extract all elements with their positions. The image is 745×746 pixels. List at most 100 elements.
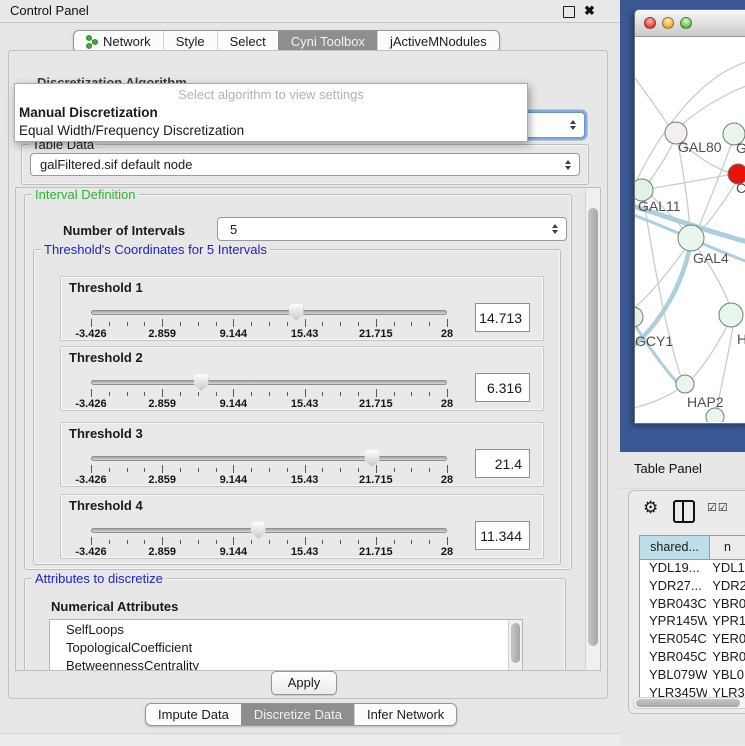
split-table-icon[interactable] <box>673 500 695 523</box>
network-node-h[interactable] <box>719 303 743 327</box>
tab-label: Impute Data <box>158 704 229 725</box>
slider-track[interactable] <box>91 528 447 533</box>
shared-name-cell[interactable]: YBR045C <box>640 649 707 667</box>
slider-ticks <box>91 537 447 546</box>
tab-select[interactable]: Select <box>217 31 278 52</box>
attribute-list-item[interactable]: TopologicalCoefficient <box>50 638 522 656</box>
settings-scrollbar[interactable] <box>585 188 600 670</box>
scale-tick-label: 15.43 <box>291 474 319 486</box>
attribute-list-item[interactable]: SelfLoops <box>50 620 522 638</box>
attributes-scrollbar[interactable] <box>508 620 522 671</box>
table-row[interactable]: YBR043CYBR0 <box>640 596 745 614</box>
tab-label: Discretize Data <box>254 704 342 725</box>
threshold-value-field[interactable]: 6.316 <box>475 373 530 402</box>
attributes-group: Attributes to discretize Numerical Attri… <box>24 578 566 671</box>
slider-ticks <box>91 465 447 474</box>
slider-track[interactable] <box>91 456 447 461</box>
close-traffic-light-icon[interactable] <box>644 17 656 29</box>
table-row[interactable]: YDR27...YDR2 <box>640 578 745 596</box>
name-cell[interactable]: YBR0 <box>707 649 745 667</box>
attribute-list-item[interactable]: BetweennessCentrality <box>50 656 522 671</box>
name-cell[interactable]: YDL1 <box>707 560 745 578</box>
tab-style[interactable]: Style <box>163 31 217 52</box>
tab-impute-data[interactable]: Impute Data <box>146 704 241 725</box>
shared-name-cell[interactable]: YDL19... <box>640 560 707 578</box>
network-nodes[interactable]: GAL80GACGAL11GAL4GCY1HHAP2 <box>635 122 745 422</box>
slider-track[interactable] <box>91 380 447 385</box>
network-node-gcy1[interactable] <box>635 307 643 327</box>
network-canvas[interactable]: GAL80GACGAL11GAL4GCY1HHAP2 <box>635 36 745 422</box>
minimize-traffic-light-icon[interactable] <box>662 17 674 29</box>
zoom-traffic-light-icon[interactable] <box>680 17 692 29</box>
tab-infer-network[interactable]: Infer Network <box>354 704 456 725</box>
shared-name-cell[interactable]: YPR145W <box>640 613 707 631</box>
numerical-attributes-label: Numerical Attributes <box>51 599 178 614</box>
network-node-hap2[interactable] <box>676 375 694 393</box>
network-node[interactable] <box>706 408 724 422</box>
column-header-name[interactable]: n <box>710 536 745 559</box>
tab-jactivemnodules[interactable]: jActiveMNodules <box>377 31 499 52</box>
table-row[interactable]: YBR045CYBR0 <box>640 649 745 667</box>
table-data-select[interactable]: galFiltered.sif default node <box>30 153 580 176</box>
threshold-slider[interactable]: -3.4262.8599.14415.4321.71528 <box>91 523 451 557</box>
tab-network[interactable]: Network <box>74 31 163 52</box>
shared-name-cell[interactable]: YER054C <box>640 631 707 649</box>
slider-ticks <box>91 319 447 328</box>
tab-discretize-data[interactable]: Discretize Data <box>241 704 354 725</box>
settings-gear-icon[interactable]: ⚙ <box>643 498 658 518</box>
slider-track[interactable] <box>91 310 447 315</box>
threshold-value-field[interactable]: 11.344 <box>475 521 530 550</box>
scale-tick-label: 28 <box>441 328 453 340</box>
scale-tick-label: 9.144 <box>220 328 248 340</box>
algorithm-option-manual[interactable]: Manual Discretization <box>15 104 527 122</box>
number-of-intervals-value: 5 <box>230 222 237 237</box>
table-row[interactable]: YBL079WYBL0 <box>640 667 745 685</box>
float-window-icon[interactable] <box>563 6 575 18</box>
scale-tick-label: 2.859 <box>148 398 176 410</box>
numerical-attributes-list[interactable]: SelfLoopsTopologicalCoefficientBetweenne… <box>49 619 523 671</box>
apply-button[interactable]: Apply <box>271 671 337 695</box>
threshold-value-field[interactable]: 21.4 <box>475 449 530 478</box>
slider-scale-labels: -3.4262.8599.14415.4321.71528 <box>91 398 447 410</box>
combo-arrows-icon <box>565 160 571 170</box>
name-cell[interactable]: YBL0 <box>707 667 745 685</box>
panel-title: Control Panel <box>10 3 89 18</box>
table-header-row: shared... n <box>640 536 745 560</box>
threshold-label: Threshold 1 <box>69 280 143 295</box>
threshold-slider[interactable]: -3.4262.8599.14415.4321.71528 <box>91 375 451 409</box>
shared-name-cell[interactable]: YDR27... <box>640 578 707 596</box>
network-node-gal4[interactable] <box>678 225 704 251</box>
column-header-shared-name[interactable]: shared... <box>640 536 710 559</box>
name-cell[interactable]: YBR0 <box>707 596 745 614</box>
table-data-group: Table Data galFiltered.sif default node <box>21 144 589 185</box>
table-row[interactable]: YPR145WYPR1 <box>640 613 745 631</box>
thresholds-group-title: Threshold's Coordinates for 5 Intervals <box>41 242 270 257</box>
tab-cyni-toolbox[interactable]: Cyni Toolbox <box>278 31 377 52</box>
select-columns-icon[interactable]: ☑☑ <box>707 501 729 514</box>
scale-tick-label: 28 <box>441 546 453 558</box>
control-panel: Control Panel ✖ NetworkStyleSelectCyni T… <box>0 0 620 745</box>
number-of-intervals-select[interactable]: 5 <box>217 217 567 241</box>
cyni-toolbox-panel: Discretization Algorithm Select algorith… <box>8 50 608 699</box>
table-horizontal-scrollbar[interactable] <box>633 697 745 709</box>
name-cell[interactable]: YDR2 <box>707 578 745 596</box>
threshold-slider[interactable]: -3.4262.8599.14415.4321.71528 <box>91 451 451 485</box>
bottom-strip <box>0 733 620 746</box>
network-window-titlebar[interactable] <box>635 10 745 37</box>
node-label: GAL80 <box>678 139 722 155</box>
right-column: GAL80GACGAL11GAL4GCY1HHAP2 Table Panel ⚙… <box>620 0 745 745</box>
table-row[interactable]: YER054CYER0 <box>640 631 745 649</box>
threshold-value-field[interactable]: 14.713 <box>475 303 530 332</box>
table-row[interactable]: YDL19...YDL1 <box>640 560 745 578</box>
algorithm-option-equal-width[interactable]: Equal Width/Frequency Discretization <box>15 122 527 140</box>
close-icon[interactable]: ✖ <box>584 3 595 19</box>
scale-tick-label: -3.426 <box>75 546 106 558</box>
name-cell[interactable]: YPR1 <box>707 613 745 631</box>
name-cell[interactable]: YER0 <box>707 631 745 649</box>
node-label: GAL11 <box>638 198 681 214</box>
shared-name-cell[interactable]: YBL079W <box>640 667 707 685</box>
threshold-slider[interactable]: -3.4262.8599.14415.4321.71528 <box>91 305 451 339</box>
shared-name-cell[interactable]: YBR043C <box>640 596 707 614</box>
scale-tick-label: 2.859 <box>148 546 176 558</box>
scale-tick-label: 9.144 <box>220 398 248 410</box>
